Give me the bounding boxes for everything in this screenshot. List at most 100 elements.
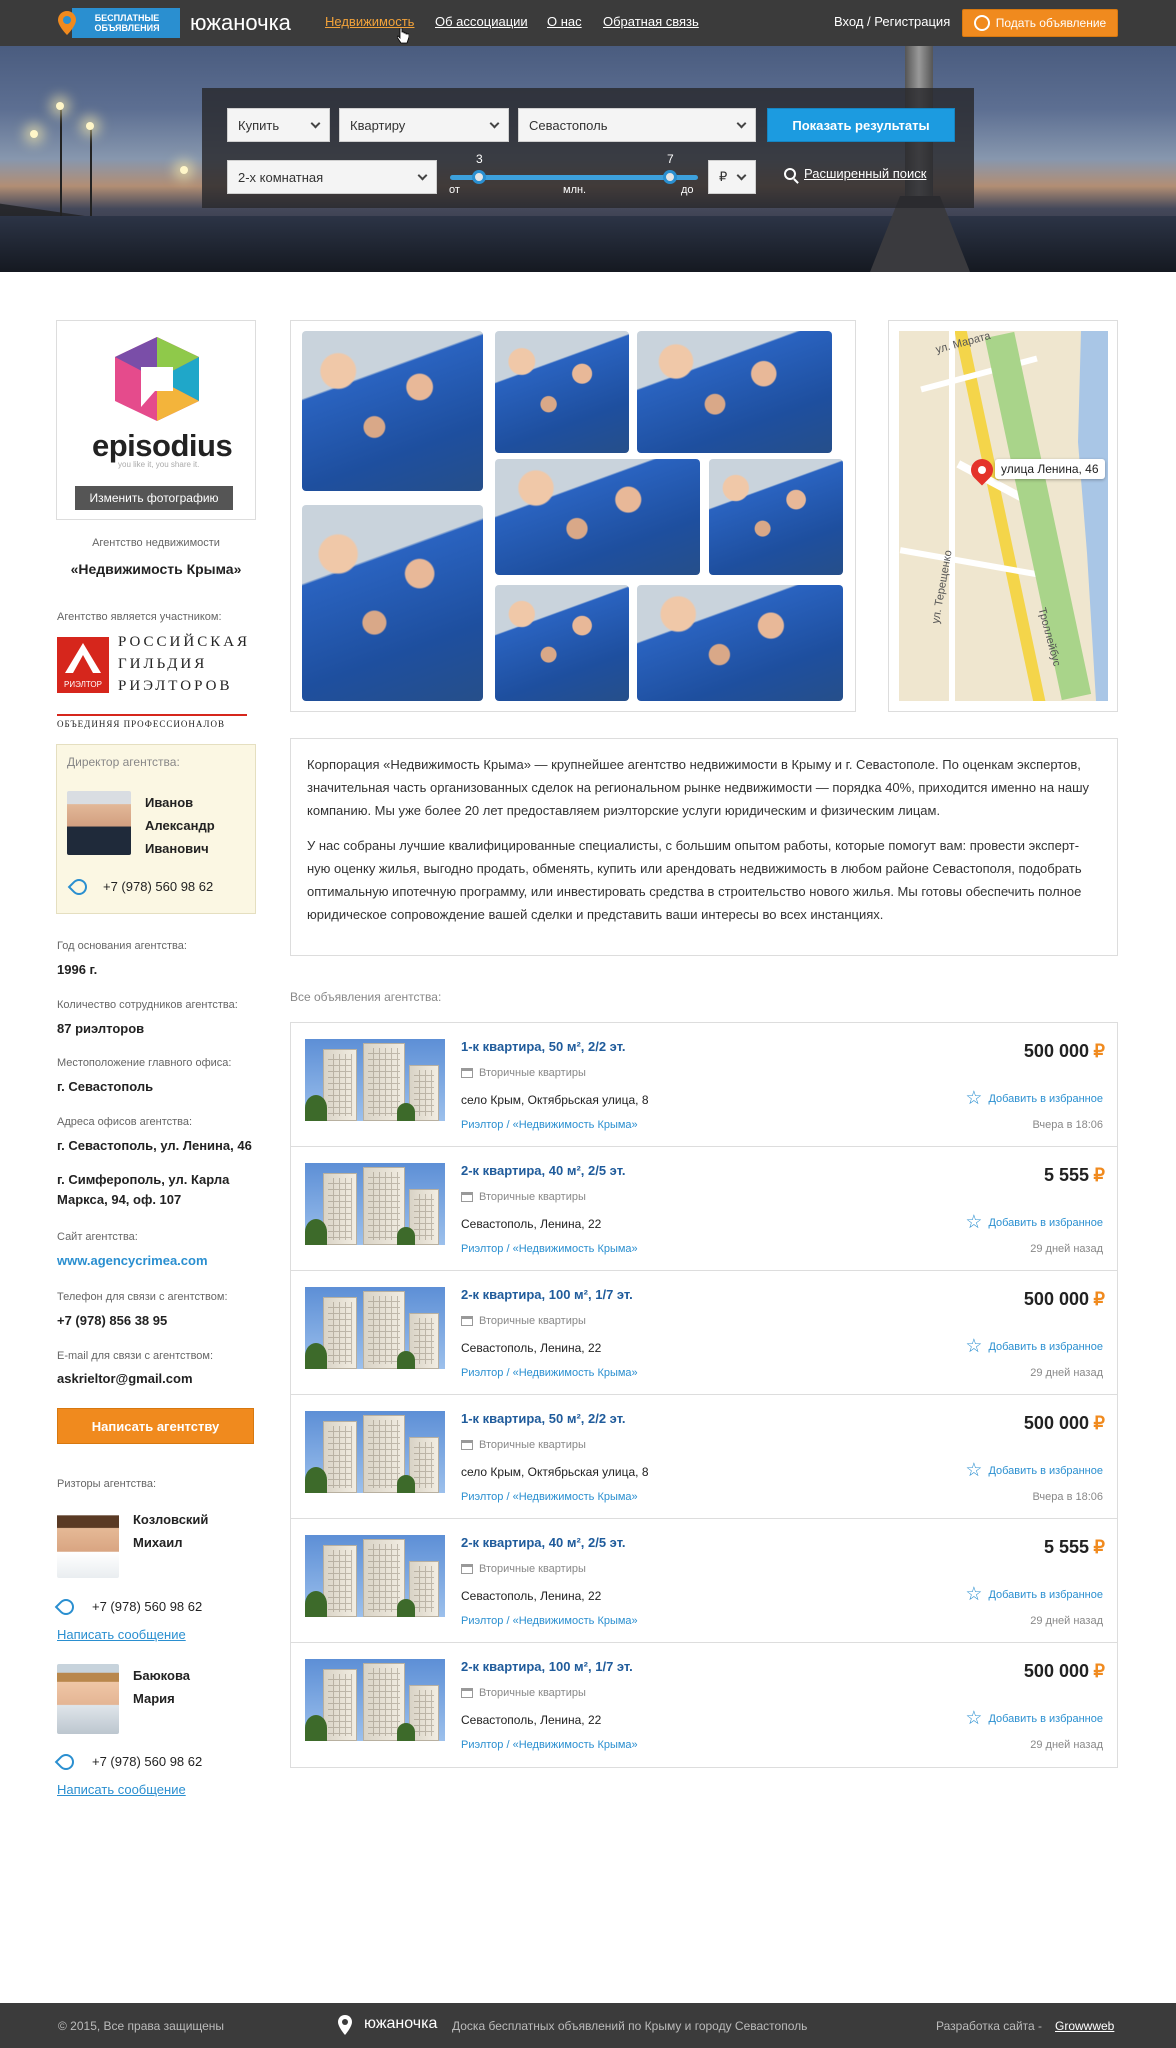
- footer-brand[interactable]: южаночка: [364, 2015, 437, 2033]
- listing-type-label: Вторичные квартиры: [479, 1315, 586, 1327]
- rooms-select[interactable]: 2-х комнатная: [227, 160, 437, 194]
- gallery-photo[interactable]: [709, 459, 843, 575]
- realtor-2-message-link[interactable]: Написать сообщение: [57, 1782, 186, 1797]
- nav-about-association[interactable]: Об ассоциации: [435, 14, 528, 29]
- logo-badge: БЕСПЛАТНЫЕ ОБЪЯВЛЕНИЯ: [72, 8, 180, 38]
- listing-row[interactable]: 2-к квартира, 100 м², 1/7 эт. Вторичные к…: [291, 1271, 1117, 1395]
- add-to-favorites[interactable]: ☆ Добавить в избранное: [965, 1089, 1103, 1108]
- ruble-icon: ₽: [1093, 1413, 1105, 1433]
- site-logo[interactable]: БЕСПЛАТНЫЕ ОБЪЯВЛЕНИЯ южаночка: [58, 7, 291, 39]
- gallery-photo[interactable]: [302, 331, 483, 491]
- add-to-favorites-label: Добавить в избранное: [988, 1216, 1103, 1229]
- listing-price: 5 555: [1043, 1537, 1089, 1557]
- listing-agent-link[interactable]: Риэлтор / «Недвижимость Крыма»: [461, 1739, 638, 1751]
- gallery-photo[interactable]: [302, 505, 483, 701]
- post-ad-button[interactable]: Подать объявление: [962, 9, 1118, 37]
- listing-photo[interactable]: [305, 1659, 445, 1741]
- realtor-avatar: [57, 1508, 119, 1578]
- location-map[interactable]: ул. Марата ул. Терещенко Троллейбус улиц…: [888, 320, 1118, 712]
- ruble-icon: ₽: [1093, 1661, 1105, 1681]
- nav-realty[interactable]: Недвижимость: [325, 14, 414, 29]
- gallery-photo[interactable]: [637, 331, 832, 453]
- gallery-photo[interactable]: [495, 585, 629, 701]
- show-results-button[interactable]: Показать результаты: [767, 108, 955, 142]
- building-icon: [461, 1564, 473, 1574]
- star-icon: ☆: [965, 1088, 983, 1109]
- login-register-link[interactable]: Вход / Регистрация: [834, 14, 950, 29]
- realtor-1-phone[interactable]: +7 (978) 560 98 62: [92, 1599, 202, 1614]
- agency-phone[interactable]: +7 (978) 856 38 95: [57, 1311, 167, 1331]
- price-slider-min-handle[interactable]: [472, 170, 486, 184]
- building: [323, 1049, 357, 1121]
- price-slider-track[interactable]: [450, 175, 698, 180]
- write-agency-button[interactable]: Написать агентству: [57, 1408, 254, 1444]
- agency-site-link[interactable]: www.agencycrimea.com: [57, 1251, 208, 1271]
- listing-row[interactable]: 2-к квартира, 40 м², 2/5 эт. Вторичные кв…: [291, 1147, 1117, 1271]
- listing-row[interactable]: 2-к квартира, 100 м², 1/7 эт. Вторичные к…: [291, 1643, 1117, 1767]
- listing-agent-link[interactable]: Риэлтор / «Недвижимость Крыма»: [461, 1491, 638, 1503]
- gallery-photo[interactable]: [495, 331, 629, 453]
- gallery-photo[interactable]: [637, 585, 843, 701]
- tree: [305, 1343, 327, 1369]
- price-to-label: до: [681, 184, 694, 196]
- gallery-photo[interactable]: [495, 459, 700, 575]
- star-icon: ☆: [965, 1336, 983, 1357]
- listing-photo[interactable]: [305, 1535, 445, 1617]
- listing-title[interactable]: 2-к квартира, 100 м², 1/7 эт.: [461, 1659, 633, 1674]
- listing-photo[interactable]: [305, 1287, 445, 1369]
- listing-agent-link[interactable]: Риэлтор / «Недвижимость Крыма»: [461, 1367, 638, 1379]
- ruble-icon: ₽: [1093, 1537, 1105, 1557]
- listing-photo[interactable]: [305, 1039, 445, 1121]
- listing-title[interactable]: 2-к квартира, 40 м², 2/5 эт.: [461, 1163, 626, 1178]
- listing-photo[interactable]: [305, 1411, 445, 1493]
- advanced-search-link[interactable]: Расширенный поиск: [784, 166, 926, 181]
- listing-date: 29 дней назад: [1030, 1243, 1103, 1255]
- listing-title[interactable]: 2-к квартира, 40 м², 2/5 эт.: [461, 1535, 626, 1550]
- nav-about-us[interactable]: О нас: [547, 14, 582, 29]
- map-road: [949, 331, 955, 701]
- listing-agent-link[interactable]: Риэлтор / «Недвижимость Крыма»: [461, 1615, 638, 1627]
- star-icon: ☆: [965, 1212, 983, 1233]
- add-to-favorites-label: Добавить в избранное: [988, 1712, 1103, 1725]
- agency-type: Агентство недвижимости: [92, 537, 220, 549]
- currency-select-value: ₽: [719, 169, 728, 184]
- listing-photo[interactable]: [305, 1163, 445, 1245]
- realtor-avatar: [57, 1664, 119, 1734]
- tree: [305, 1715, 327, 1741]
- post-ad-label: Подать объявление: [995, 16, 1107, 30]
- listing-agent-link[interactable]: Риэлтор / «Недвижимость Крыма»: [461, 1243, 638, 1255]
- listing-row[interactable]: 1-к квартира, 50 м², 2/2 эт. Вторичные кв…: [291, 1023, 1117, 1147]
- realtor-1-message-link[interactable]: Написать сообщение: [57, 1627, 186, 1642]
- listing-title[interactable]: 2-к квартира, 100 м², 1/7 эт.: [461, 1287, 633, 1302]
- building: [323, 1297, 357, 1369]
- currency-select[interactable]: ₽: [708, 160, 756, 194]
- listing-type: Вторичные квартиры: [461, 1315, 586, 1327]
- listing-row[interactable]: 1-к квартира, 50 м², 2/2 эт. Вторичные кв…: [291, 1395, 1117, 1519]
- add-to-favorites[interactable]: ☆ Добавить в избранное: [965, 1213, 1103, 1232]
- realtor-2-phone[interactable]: +7 (978) 560 98 62: [92, 1754, 202, 1769]
- listing-title[interactable]: 1-к квартира, 50 м², 2/2 эт.: [461, 1411, 626, 1426]
- star-icon: ☆: [965, 1708, 983, 1729]
- nav-feedback[interactable]: Обратная связь: [603, 14, 699, 29]
- listing-row[interactable]: 2-к квартира, 40 м², 2/5 эт. Вторичные кв…: [291, 1519, 1117, 1643]
- listing-title[interactable]: 1-к квартира, 50 м², 2/2 эт.: [461, 1039, 626, 1054]
- add-to-favorites[interactable]: ☆ Добавить в избранное: [965, 1709, 1103, 1728]
- guild-subtitle: ОБЪЕДИНЯЯ ПРОФЕССИОНАЛОВ: [57, 714, 247, 729]
- map-canvas[interactable]: ул. Марата ул. Терещенко Троллейбус улиц…: [899, 331, 1108, 701]
- footer-dev-link[interactable]: Growwweb: [1055, 2019, 1114, 2033]
- change-photo-button[interactable]: Изменить фотографию: [75, 486, 233, 510]
- listing-type: Вторичные квартиры: [461, 1067, 586, 1079]
- agency-email[interactable]: askrieltor@gmail.com: [57, 1369, 193, 1389]
- listing-agent-link[interactable]: Риэлтор / «Недвижимость Крыма»: [461, 1119, 638, 1131]
- price-slider-max-handle[interactable]: [663, 170, 677, 184]
- building: [323, 1545, 357, 1617]
- add-to-favorites[interactable]: ☆ Добавить в избранное: [965, 1585, 1103, 1604]
- add-to-favorites[interactable]: ☆ Добавить в избранное: [965, 1337, 1103, 1356]
- add-to-favorites[interactable]: ☆ Добавить в избранное: [965, 1461, 1103, 1480]
- building-icon: [461, 1440, 473, 1450]
- director-phone[interactable]: +7 (978) 560 98 62: [103, 879, 213, 894]
- chevron-down-icon: [417, 170, 428, 180]
- deal-select[interactable]: Купить: [227, 108, 330, 142]
- city-select[interactable]: Севастополь: [518, 108, 756, 142]
- property-select[interactable]: Квартиру: [339, 108, 509, 142]
